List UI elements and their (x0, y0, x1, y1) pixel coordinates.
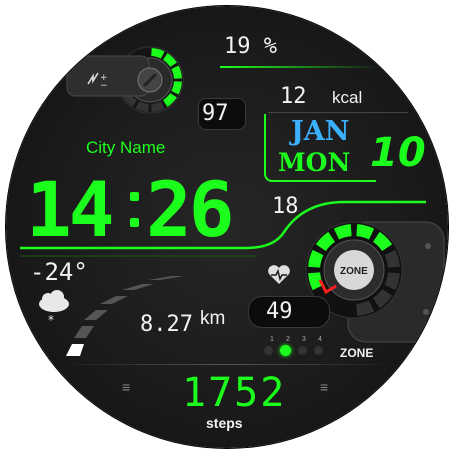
gauge-segment (356, 224, 375, 240)
gauge-segment (333, 224, 352, 240)
heart-value: 49 (266, 299, 293, 324)
gauge-segment (308, 272, 324, 291)
zone-level-2: 2 (286, 336, 290, 343)
gauge-segment (384, 249, 400, 268)
distance-value: 8.27 (140, 312, 193, 337)
menu-right-icon[interactable]: ≡ (320, 380, 328, 394)
menu-left-icon[interactable]: ≡ (122, 380, 130, 394)
zone-level-3: 3 (302, 336, 306, 343)
distance-unit: km (200, 308, 226, 329)
zone-dot (314, 346, 323, 355)
svg-text:ZONE: ZONE (340, 266, 368, 277)
zone-dots (262, 344, 334, 358)
svg-text:*: * (48, 313, 54, 327)
heart-rate-icon (268, 265, 290, 284)
zone-dot (298, 346, 307, 355)
zone-label: ZONE (340, 346, 374, 360)
watch-face: + − 19 % 12 kcal 97 City Name JAN MON 10… (6, 6, 448, 448)
gauge-segment (308, 249, 324, 268)
gauge-segment (384, 272, 400, 291)
steps-value: 1752 (182, 370, 287, 416)
zone-level-1: 1 (270, 336, 274, 343)
zone-dot-active (280, 345, 291, 356)
zone-level-4: 4 (318, 336, 322, 343)
divider (54, 364, 400, 365)
steps-label: steps (206, 415, 243, 431)
zone-dot (264, 346, 273, 355)
gauge-segment (356, 300, 375, 316)
